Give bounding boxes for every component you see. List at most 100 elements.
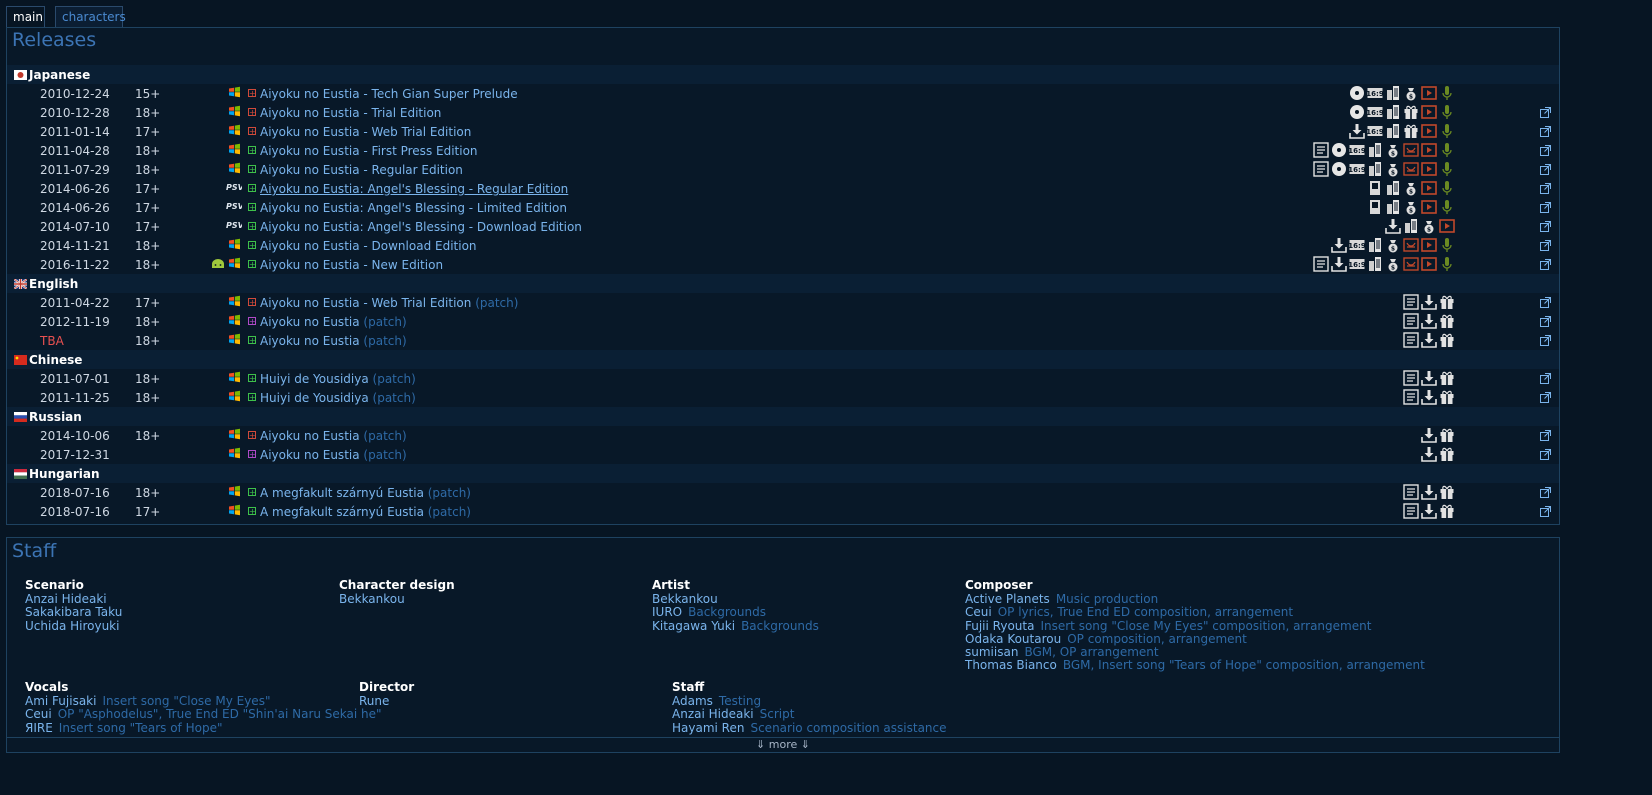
release-title-text[interactable]: Aiyoku no Eustia [260, 315, 360, 329]
release-title[interactable]: Aiyoku no Eustia: Angel's Blessing - Lim… [260, 201, 567, 215]
external-link-icon[interactable] [1540, 202, 1551, 213]
external-link-icon[interactable] [1540, 506, 1551, 517]
staff-name-link[interactable]: IURO [652, 605, 682, 619]
staff-name-link[interactable]: Bekkankou [339, 592, 405, 606]
staff-name-link[interactable]: Kitagawa Yuki [652, 619, 735, 633]
release-title-text[interactable]: Aiyoku no Eustia [260, 448, 360, 462]
release-title[interactable]: Aiyoku no Eustia - Trial Edition [260, 106, 441, 120]
age-rating: 15+ [135, 87, 161, 101]
external-link-icon[interactable] [1540, 107, 1551, 118]
status-complete-icon: + [248, 203, 256, 212]
staff-name-link[interactable]: Adams [672, 694, 713, 708]
staff-name-link[interactable]: Ami Fujisaki [25, 694, 96, 708]
release-title[interactable]: Aiyoku no Eustia: Angel's Blessing - Dow… [260, 220, 582, 234]
release-icons: 16:9 $ [1303, 161, 1455, 177]
staff-name-link[interactable]: Odaka Koutarou [965, 632, 1061, 646]
release-title-text[interactable]: Aiyoku no Eustia - Trial Edition [260, 106, 441, 120]
external-link-icon[interactable] [1540, 240, 1551, 251]
release-title-text[interactable]: Aiyoku no Eustia - Web Trial Edition [260, 296, 471, 310]
staff-name-link[interactable]: Uchida Hiroyuki [25, 619, 119, 633]
external-link-icon[interactable] [1540, 259, 1551, 270]
release-title-text[interactable]: A megfakult szárnyú Eustia [260, 486, 424, 500]
money-icon: $ [1403, 180, 1419, 196]
release-title-text[interactable]: Aiyoku no Eustia: Angel's Blessing - Dow… [260, 220, 582, 234]
external-link-icon[interactable] [1540, 183, 1551, 194]
release-title[interactable]: Aiyoku no Eustia: Angel's Blessing - Reg… [260, 182, 568, 196]
release-title-text[interactable]: Huiyi de Yousidiya [260, 372, 369, 386]
tab-characters[interactable]: characters [55, 6, 126, 28]
release-title-text[interactable]: Aiyoku no Eustia - First Press Edition [260, 144, 478, 158]
release-title[interactable]: Aiyoku no Eustia - Web Trial Edition (pa… [260, 296, 518, 310]
external-link-icon[interactable] [1540, 449, 1551, 460]
release-title[interactable]: Aiyoku no Eustia - Download Edition [260, 239, 477, 253]
staff-name-link[interactable]: Active Planets [965, 592, 1050, 606]
release-title-text[interactable]: Aiyoku no Eustia - Regular Edition [260, 163, 463, 177]
staff-name-link[interactable]: Hayami Ren [672, 721, 744, 735]
download-icon [1421, 313, 1437, 329]
external-link-icon[interactable] [1540, 373, 1551, 384]
staff-name-link[interactable]: Bekkankou [652, 592, 718, 606]
release-title[interactable]: Aiyoku no Eustia - First Press Edition [260, 144, 478, 158]
money-icon: $ [1421, 218, 1437, 234]
release-title[interactable]: Aiyoku no Eustia (patch) [260, 334, 407, 348]
release-title[interactable]: Aiyoku no Eustia - Regular Edition [260, 163, 463, 177]
status-partial-icon: + [248, 108, 256, 117]
status-complete-icon: + [248, 393, 256, 402]
release-title[interactable]: A megfakult szárnyú Eustia (patch) [260, 505, 471, 519]
release-title[interactable]: Aiyoku no Eustia - Web Trial Edition [260, 125, 471, 139]
release-title-text[interactable]: Aiyoku no Eustia: Angel's Blessing - Reg… [260, 182, 568, 196]
release-title-text[interactable]: Huiyi de Yousidiya [260, 391, 369, 405]
windows-icon [228, 371, 241, 383]
release-title-text[interactable]: Aiyoku no Eustia: Angel's Blessing - Lim… [260, 201, 567, 215]
status-partial-icon: + [248, 127, 256, 136]
staff-name-link[interactable]: Fujii Ryouta [965, 619, 1034, 633]
gift-icon [1439, 370, 1455, 386]
money-icon: $ [1385, 256, 1401, 272]
release-title-text[interactable]: A megfakult szárnyú Eustia [260, 505, 424, 519]
external-link-icon[interactable] [1540, 335, 1551, 346]
release-title-text[interactable]: Aiyoku no Eustia - New Edition [260, 258, 443, 272]
staff-name-link[interactable]: Anzai Hideaki [672, 707, 754, 721]
external-link-icon[interactable] [1540, 221, 1551, 232]
release-title-text[interactable]: Aiyoku no Eustia - Tech Gian Super Prelu… [260, 87, 518, 101]
external-link-icon[interactable] [1540, 145, 1551, 156]
release-title[interactable]: Aiyoku no Eustia (patch) [260, 315, 407, 329]
release-title-text[interactable]: Aiyoku no Eustia [260, 334, 360, 348]
staff-name-link[interactable]: Sakakibara Taku [25, 605, 122, 619]
release-title[interactable]: Aiyoku no Eustia - New Edition [260, 258, 443, 272]
staff-name-link[interactable]: Ceui [965, 605, 992, 619]
external-link-icon[interactable] [1540, 392, 1551, 403]
release-title[interactable]: Huiyi de Yousidiya (patch) [260, 391, 416, 405]
release-title[interactable]: Aiyoku no Eustia (patch) [260, 448, 407, 462]
release-title[interactable]: Aiyoku no Eustia (patch) [260, 429, 407, 443]
release-icons [1398, 484, 1455, 500]
external-link-icon[interactable] [1540, 316, 1551, 327]
external-link-icon[interactable] [1540, 297, 1551, 308]
staff-name-link[interactable]: Ceui [25, 707, 52, 721]
staff-name-link[interactable]: Rune [359, 694, 389, 708]
building-icon [1367, 256, 1383, 272]
release-title[interactable]: Aiyoku no Eustia - Tech Gian Super Prelu… [260, 87, 518, 101]
release-date: 2016-11-22 [40, 258, 110, 272]
staff-name-link[interactable]: ЯIRE [25, 721, 53, 735]
release-icons [1398, 503, 1455, 519]
staff-name-link[interactable]: Anzai Hideaki [25, 592, 107, 606]
patch-label: (patch) [363, 448, 407, 462]
windows-icon [228, 124, 241, 136]
external-link-icon[interactable] [1540, 430, 1551, 441]
release-title[interactable]: A megfakult szárnyú Eustia (patch) [260, 486, 471, 500]
external-link-icon[interactable] [1540, 487, 1551, 498]
tab-main[interactable]: main [6, 6, 45, 29]
more-button[interactable]: ⇓ more ⇓ [7, 737, 1559, 752]
release-title[interactable]: Huiyi de Yousidiya (patch) [260, 372, 416, 386]
release-title-text[interactable]: Aiyoku no Eustia [260, 429, 360, 443]
staff-name-link[interactable]: sumiisan [965, 645, 1018, 659]
staff-note: Music production [1055, 592, 1159, 606]
release-title-text[interactable]: Aiyoku no Eustia - Download Edition [260, 239, 477, 253]
ratio-icon: 16:9 [1348, 161, 1366, 177]
external-link-icon[interactable] [1540, 164, 1551, 175]
release-title-text[interactable]: Aiyoku no Eustia - Web Trial Edition [260, 125, 471, 139]
external-link-icon[interactable] [1540, 126, 1551, 137]
windows-icon [228, 143, 241, 155]
staff-name-link[interactable]: Thomas Bianco [965, 658, 1057, 672]
